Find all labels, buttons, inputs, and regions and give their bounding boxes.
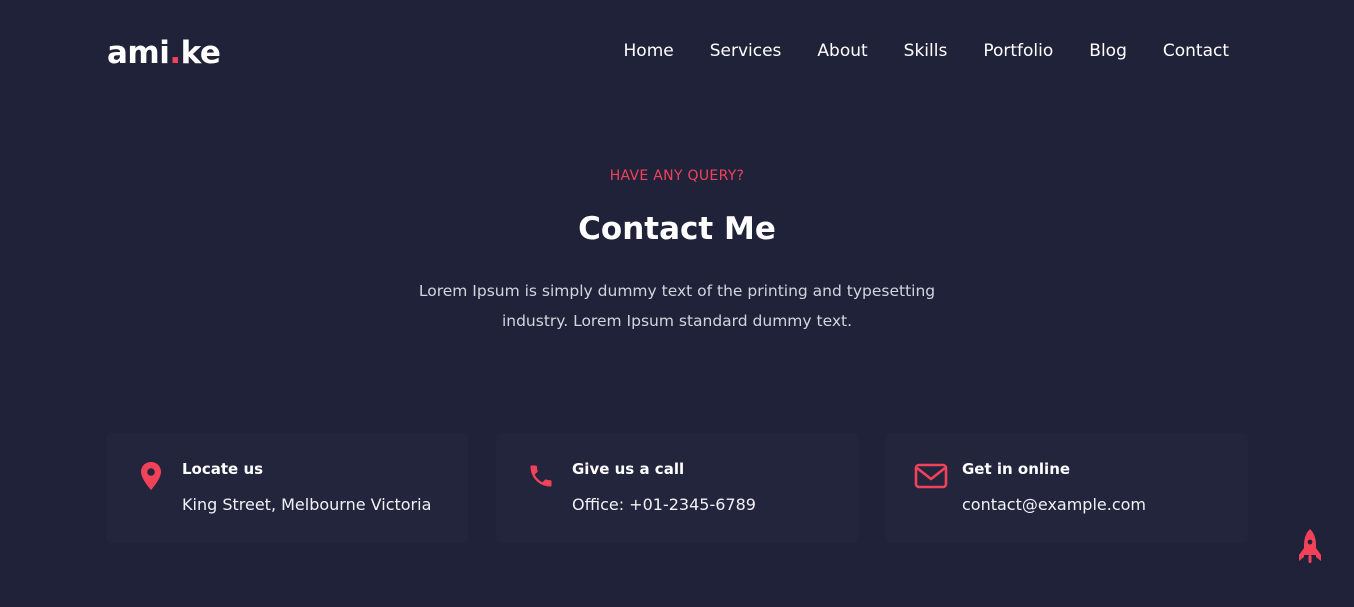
card-value: King Street, Melbourne Victoria [182,495,432,514]
contact-section-header: HAVE ANY QUERY? Contact Me Lorem Ipsum i… [0,164,1354,336]
contact-card-location: Locate us King Street, Melbourne Victori… [107,434,467,542]
logo-text-left: ami [107,35,170,71]
section-description: Lorem Ipsum is simply dummy text of the … [418,282,936,330]
contact-card-email: Get in online contact@example.com [887,434,1247,542]
main-nav: Home Services About Skills Portfolio Blo… [624,38,1229,64]
card-value: Office: +01-2345-6789 [572,495,756,514]
logo[interactable]: ami.ke [107,33,221,73]
rocket-icon [1299,529,1321,563]
back-to-top-button[interactable] [1298,528,1322,564]
nav-item-home[interactable]: Home [624,38,674,64]
section-title: Contact Me [578,211,776,247]
envelope-icon [914,459,948,493]
site-header: ami.ke Home Services About Skills Portfo… [0,0,1354,100]
section-eyebrow: HAVE ANY QUERY? [609,168,745,184]
card-heading: Get in online [962,460,1071,478]
nav-item-blog[interactable]: Blog [1089,38,1127,64]
contact-card-phone: Give us a call Office: +01-2345-6789 [497,434,857,542]
card-heading: Give us a call [572,460,685,478]
map-pin-icon [134,459,168,493]
card-heading: Locate us [182,460,264,478]
nav-item-about[interactable]: About [817,38,867,64]
nav-item-services[interactable]: Services [710,38,782,64]
card-value: contact@example.com [962,495,1146,514]
nav-item-portfolio[interactable]: Portfolio [983,38,1053,64]
logo-text-right: ke [180,35,221,71]
nav-item-skills[interactable]: Skills [904,38,948,64]
nav-item-contact[interactable]: Contact [1163,38,1229,64]
contact-cards: Locate us King Street, Melbourne Victori… [107,434,1247,542]
logo-dot: . [169,35,181,71]
phone-icon [524,459,558,493]
